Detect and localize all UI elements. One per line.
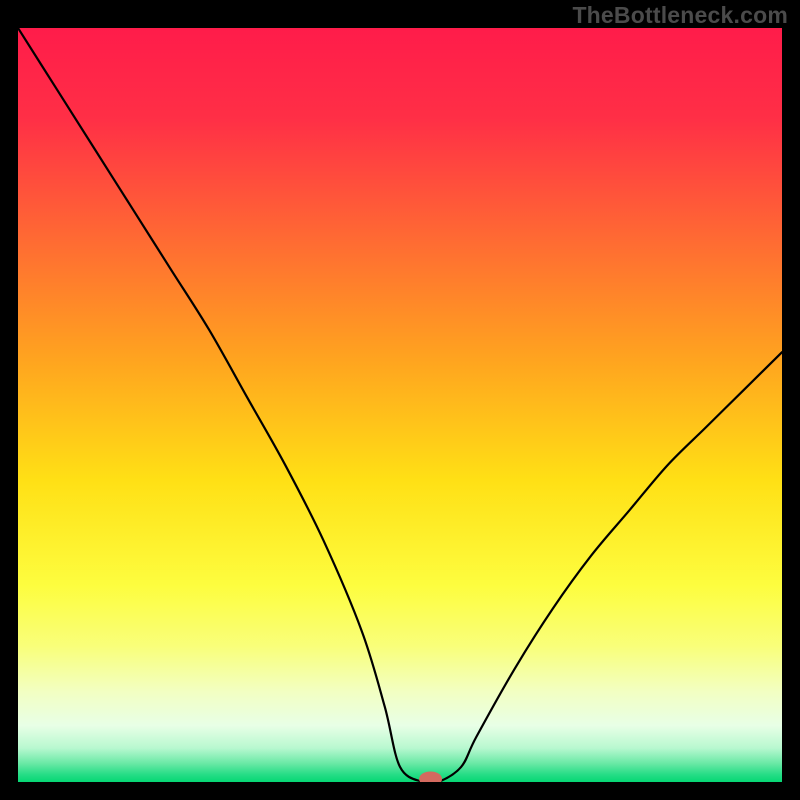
chart-svg [18,28,782,782]
plot-area [18,28,782,782]
watermark-text: TheBottleneck.com [572,2,788,29]
chart-frame: TheBottleneck.com [0,0,800,800]
gradient-background [18,28,782,782]
